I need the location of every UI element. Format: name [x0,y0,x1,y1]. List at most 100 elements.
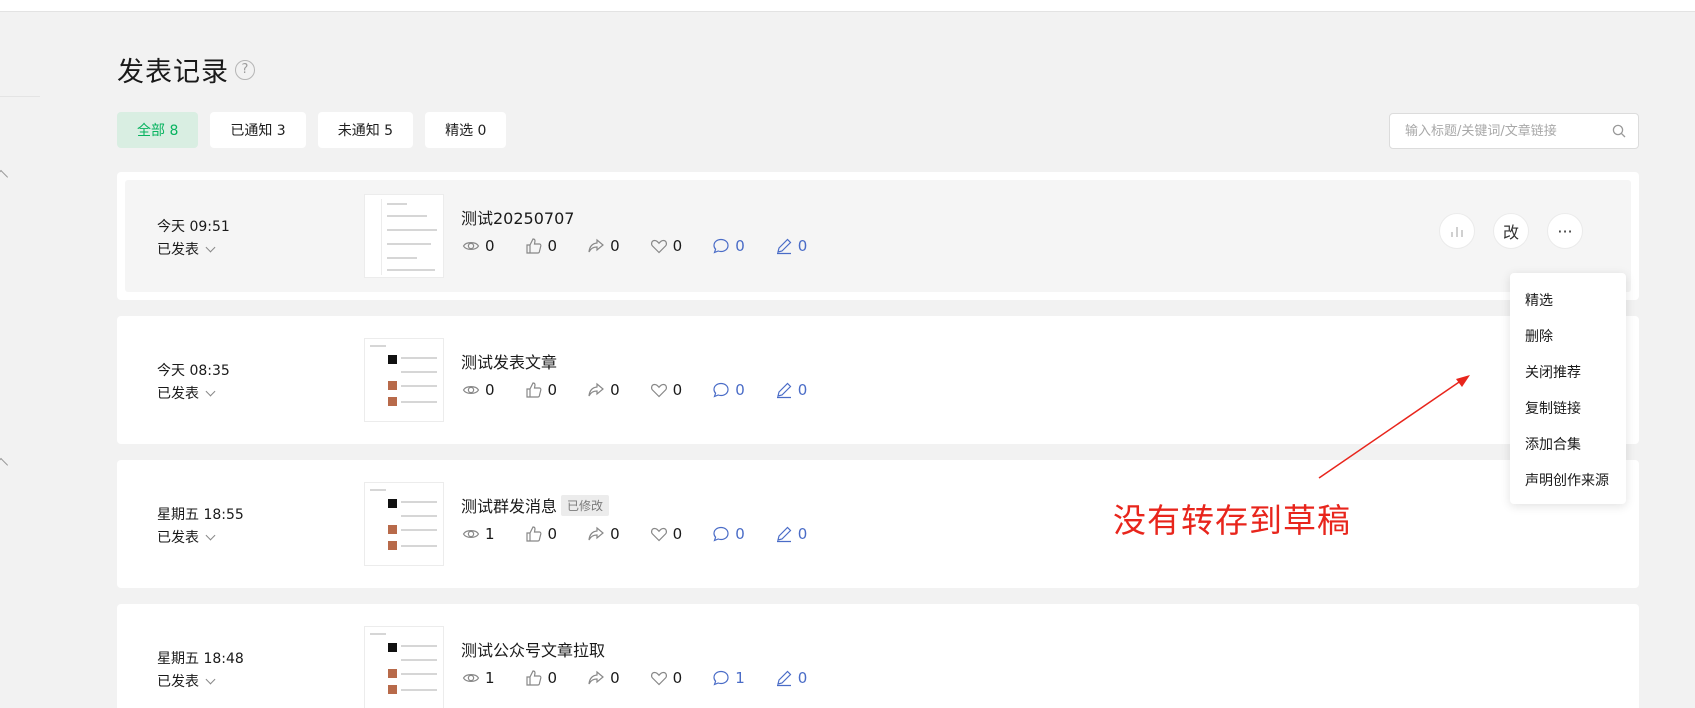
menu-item-copy-link[interactable]: 复制链接 [1510,391,1626,427]
publish-status[interactable]: 已发表 [157,671,216,691]
thumbnail-line [370,489,386,491]
favorites-count: 0 [672,381,683,399]
views-stat: 1 [462,525,495,543]
filter-tab-featured[interactable]: 精选 0 [425,112,507,148]
article-thumbnail[interactable] [364,194,444,278]
publish-status[interactable]: 已发表 [157,239,216,259]
help-icon[interactable]: ? [235,59,255,80]
shares-count: 0 [610,525,620,543]
thumbnail-block [388,643,397,652]
publish-time: 今天 09:51 [157,219,230,235]
chevron-down-icon [205,242,216,252]
filter-tab-all[interactable]: 全部 8 [117,112,199,148]
article-stats: 1 0 0 0 1 0 [462,669,837,687]
article-title[interactable]: 测试公众号文章拉取 [461,637,605,661]
favorites-count: 0 [672,237,683,255]
shares-count: 0 [610,381,620,399]
article-title[interactable]: 测试发表文章 [461,349,557,373]
search-icon[interactable] [1612,124,1626,138]
publish-time: 今天 08:35 [157,363,230,379]
search-input[interactable] [1390,114,1600,148]
chevron-up-icon[interactable] [0,457,9,473]
article-card[interactable]: 星期五 18:48 已发表 测试公众号文章拉取 1 0 0 0 1 0 [117,604,1639,708]
article-thumbnail[interactable] [364,482,444,566]
likes-count: 0 [547,525,558,543]
edits-stat[interactable]: 0 [775,525,807,543]
publish-status[interactable]: 已发表 [157,527,216,547]
card-actions: 改 ··· [1439,213,1583,249]
views-count: 0 [485,381,495,399]
thumbnail-image [388,669,397,678]
thumbnail-line [401,545,437,547]
thumbnail-line [401,357,437,359]
bar-chart-icon [1451,227,1463,237]
annotation-text: 没有转存到草稿 [1113,501,1351,540]
menu-item-feature[interactable]: 精选 [1510,283,1626,319]
analytics-button[interactable] [1439,213,1475,249]
article-title[interactable]: 测试群发消息 [461,493,557,517]
publish-status[interactable]: 已发表 [157,383,216,403]
article-card[interactable]: 今天 09:51 已发表 测试20250707 0 0 0 0 0 0 改 ··… [117,172,1639,300]
share-icon [588,382,605,397]
comments-stat[interactable]: 0 [712,381,745,399]
chevron-down-icon [205,386,216,396]
article-stats: 0 0 0 0 0 0 [462,381,837,399]
comments-stat[interactable]: 0 [712,525,745,543]
comments-count: 1 [735,669,745,687]
views-count: 0 [485,237,495,255]
share-icon [588,526,605,541]
article-title[interactable]: 测试20250707 [461,205,574,229]
chevron-up-icon[interactable] [0,169,9,185]
menu-item-delete[interactable]: 删除 [1510,319,1626,355]
thumbnail-line [387,269,435,271]
thumbnail-line [401,501,437,503]
thumbnail-sidebar [368,199,382,275]
modified-badge: 已修改 [561,494,610,516]
thumbnail-line [401,673,437,675]
article-stats: 1 0 0 0 0 0 [462,525,837,543]
edits-count: 0 [797,669,808,687]
thumbnail-line [387,215,427,217]
comment-icon [713,238,729,254]
edit-button[interactable]: 改 [1493,213,1529,249]
thumbnail-line [401,529,437,531]
menu-item-close-recommend[interactable]: 关闭推荐 [1510,355,1626,391]
publish-time: 星期五 18:48 [157,651,244,667]
more-button[interactable]: ··· [1547,213,1583,249]
comment-icon [713,670,729,686]
views-stat: 1 [462,669,495,687]
edits-stat[interactable]: 0 [775,381,807,399]
article-thumbnail[interactable] [364,626,444,708]
menu-item-declare-source[interactable]: 声明创作来源 [1510,463,1626,499]
filter-tab-unnotified[interactable]: 未通知 5 [317,112,414,148]
chevron-down-icon [205,530,216,540]
left-sidebar-edge [0,12,40,708]
thumbnail-line [370,345,386,347]
pen-icon [776,382,792,399]
filter-tab-notified[interactable]: 已通知 3 [210,112,306,148]
favorites-count: 0 [672,525,683,543]
menu-item-add-collection[interactable]: 添加合集 [1510,427,1626,463]
thumbnail-line [387,243,431,245]
edits-stat[interactable]: 0 [775,237,807,255]
likes-count: 0 [547,381,558,399]
comments-stat[interactable]: 1 [712,669,745,687]
edits-stat[interactable]: 0 [775,669,808,687]
comments-stat[interactable]: 0 [712,237,745,255]
thumbnail-image [388,541,397,550]
article-thumbnail[interactable] [364,338,444,422]
likes-stat: 0 [525,525,558,543]
top-bar [0,0,1695,12]
share-icon [588,238,605,253]
eye-icon [462,242,480,250]
views-stat: 0 [462,237,495,255]
thumbnail-image [388,397,397,406]
title-row: 测试20250707 [461,205,574,229]
heart-icon [650,671,667,686]
annotation-arrow [1318,375,1470,479]
status-label: 已发表 [157,674,199,690]
search-box [1389,113,1639,149]
thumbnail-line [401,645,437,647]
status-label: 已发表 [157,530,199,546]
favorites-stat: 0 [650,525,683,543]
